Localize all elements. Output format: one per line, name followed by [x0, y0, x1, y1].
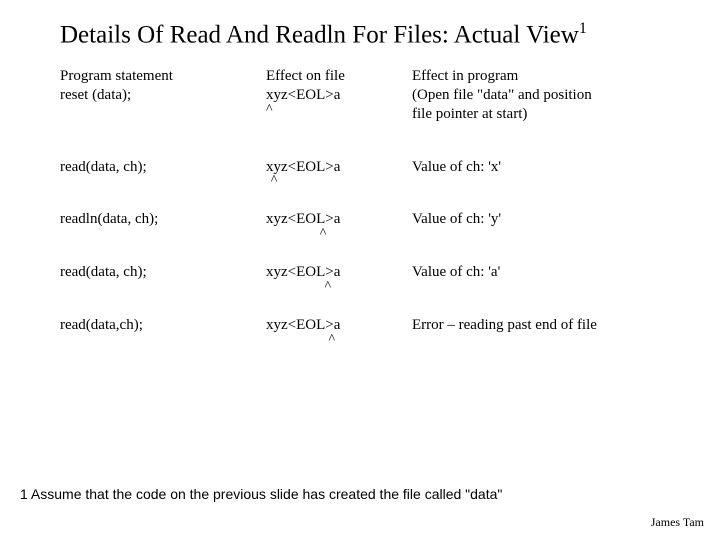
caret-icon: ^ — [324, 278, 331, 296]
header-file-text: xyz<EOL>a — [266, 87, 340, 103]
stmt-cell: read(data,ch); — [60, 316, 266, 369]
slide-title: Details Of Read And Readln For Files: Ac… — [60, 20, 680, 49]
header-file-cell: Effect on file xyz<EOL>a ^ — [266, 67, 412, 157]
effect-cell: Value of ch: 'x' — [412, 158, 680, 211]
slide-title-text: Details Of Read And Readln For Files: Ac… — [60, 21, 579, 48]
header-stmt-l1: Program statement — [60, 67, 260, 86]
file-cell: xyz<EOL>a ^ — [266, 263, 412, 316]
read-readln-table: Program statement reset (data); Effect o… — [60, 67, 680, 368]
header-file-box: xyz<EOL>a ^ — [266, 86, 340, 105]
header-effect-l1: Effect in program — [412, 67, 674, 86]
file-box: xyz<EOL>a ^ — [266, 158, 340, 177]
stmt-cell: readln(data, ch); — [60, 210, 266, 263]
header-effect-cell: Effect in program (Open file "data" and … — [412, 67, 680, 157]
effect-cell: Value of ch: 'a' — [412, 263, 680, 316]
header-file-l1: Effect on file — [266, 67, 406, 86]
slide-title-sup: 1 — [579, 20, 587, 37]
table-row: read(data,ch); xyz<EOL>a ^ Error – readi… — [60, 316, 680, 369]
effect-cell: Value of ch: 'y' — [412, 210, 680, 263]
file-cell: xyz<EOL>a ^ — [266, 316, 412, 369]
header-effect-l3: file pointer at start) — [412, 105, 674, 124]
table-row: read(data, ch); xyz<EOL>a ^ Value of ch:… — [60, 158, 680, 211]
effect-cell: Error – reading past end of file — [412, 316, 680, 369]
header-stmt-l2: reset (data); — [60, 86, 260, 105]
caret-icon: ^ — [320, 225, 327, 243]
author-credit: James Tam — [651, 515, 704, 530]
header-effect-l2: (Open file "data" and position — [412, 86, 674, 105]
caret-icon: ^ — [271, 172, 278, 190]
stmt-cell: read(data, ch); — [60, 263, 266, 316]
caret-icon: ^ — [266, 101, 273, 119]
table-header-row: Program statement reset (data); Effect o… — [60, 67, 680, 157]
file-cell: xyz<EOL>a ^ — [266, 158, 412, 211]
header-stmt-cell: Program statement reset (data); — [60, 67, 266, 157]
caret-icon: ^ — [328, 331, 335, 349]
table-row: read(data, ch); xyz<EOL>a ^ Value of ch:… — [60, 263, 680, 316]
table-row: readln(data, ch); xyz<EOL>a ^ Value of c… — [60, 210, 680, 263]
file-box: xyz<EOL>a ^ — [266, 316, 340, 335]
stmt-cell: read(data, ch); — [60, 158, 266, 211]
file-text: xyz<EOL>a — [266, 211, 340, 227]
file-cell: xyz<EOL>a ^ — [266, 210, 412, 263]
footnote: 1 Assume that the code on the previous s… — [20, 486, 502, 502]
file-box: xyz<EOL>a ^ — [266, 210, 340, 229]
file-box: xyz<EOL>a ^ — [266, 263, 340, 282]
